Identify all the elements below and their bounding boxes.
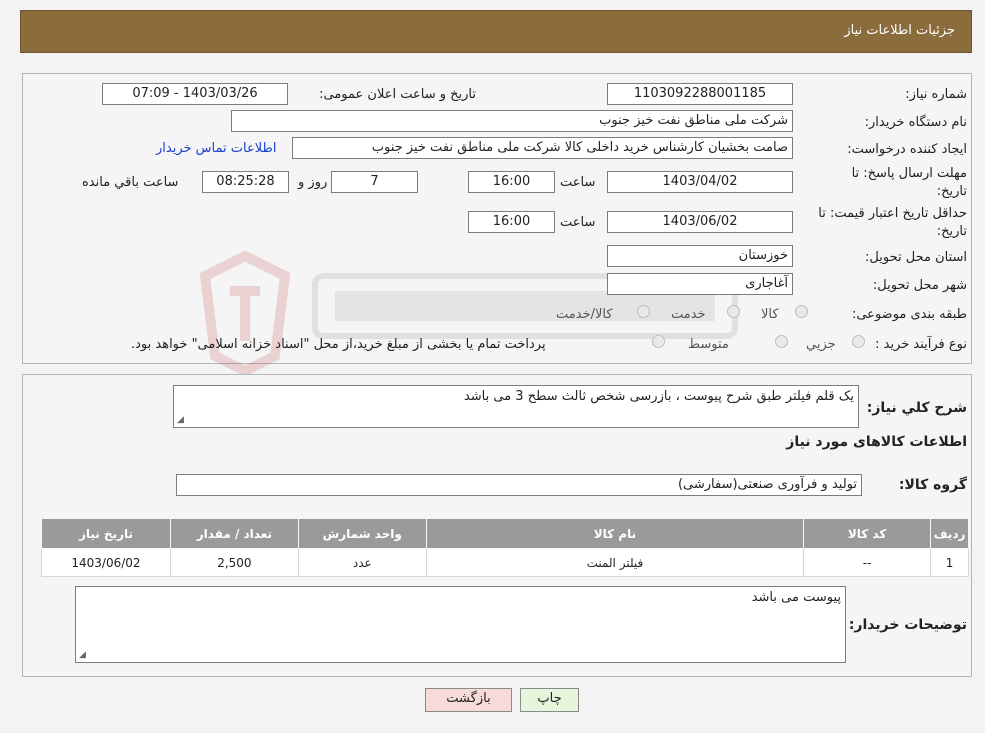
buyer-notes-label: توضیحات خریدار: <box>848 617 967 633</box>
reply-time-label: ساعت <box>560 175 596 190</box>
price-validity-label-2: تاریخ: <box>936 224 967 239</box>
need-number-label: شماره نیاز: <box>905 87 967 102</box>
price-validity-time-field[interactable]: 16:00 <box>468 211 555 233</box>
cell-row-no: 1 <box>930 548 969 577</box>
category-radio-goods[interactable] <box>795 305 808 318</box>
days-label: روز و <box>298 175 328 190</box>
cell-item-code: -- <box>803 548 932 577</box>
category-radio-goods-service[interactable] <box>637 305 650 318</box>
buyer-org-field[interactable]: شرکت ملی مناطق نفت خیز جنوب <box>231 110 793 132</box>
col-unit: واحد شمارش <box>297 518 427 549</box>
price-validity-date-field[interactable]: 1403/06/02 <box>607 211 793 233</box>
city-field[interactable]: آغاجاری <box>607 273 793 295</box>
need-number-field[interactable]: 1103092288001185 <box>607 83 793 105</box>
remaining-days-field[interactable]: 7 <box>331 171 418 193</box>
goods-group-field[interactable]: تولید و فرآوری صنعتی(سفارشی) <box>176 474 862 496</box>
window-title-bar: جزئیات اطلاعات نیاز <box>20 10 972 53</box>
reply-deadline-label: مهلت ارسال پاسخ: تا <box>851 166 967 181</box>
cell-need-date: 1403/06/02 <box>41 548 171 577</box>
items-heading: اطلاعات کالاهای مورد نیاز <box>786 434 967 450</box>
items-table-header: ردیف کد کالا نام کالا واحد شمارش تعداد /… <box>41 518 969 549</box>
items-table: ردیف کد کالا نام کالا واحد شمارش تعداد /… <box>41 518 969 577</box>
col-item-code: کد کالا <box>803 518 932 549</box>
col-item-name: نام کالا <box>425 518 805 549</box>
col-need-date: تاریخ نیاز <box>41 518 171 549</box>
buyer-notes-text: پیوست می باشد <box>751 590 841 605</box>
goods-group-label: گروه کالا: <box>898 477 967 493</box>
cell-quantity: 2,500 <box>169 548 299 577</box>
process-option-medium: متوسط <box>688 337 729 352</box>
reply-deadline-date-field[interactable]: 1403/04/02 <box>607 171 793 193</box>
cell-unit: عدد <box>297 548 427 577</box>
requester-field[interactable]: صامت بخشیان کارشناس خرید داخلی کالا شرکت… <box>292 137 793 159</box>
category-option-service: خدمت <box>671 307 706 322</box>
process-radio-medium[interactable] <box>775 335 788 348</box>
back-button[interactable]: بازگشت <box>425 688 512 712</box>
price-validity-label: حداقل تاریخ اعتبار قیمت: تا <box>818 206 967 221</box>
province-label: استان محل تحویل: <box>865 250 967 265</box>
price-validity-time-label: ساعت <box>560 215 596 230</box>
category-label: طبقه بندی موضوعی: <box>851 307 967 322</box>
print-button[interactable]: چاپ <box>520 688 579 712</box>
cell-item-name: فیلتر المنت <box>425 548 805 577</box>
buyer-notes-textarea[interactable]: پیوست می باشد ◢ <box>75 586 846 663</box>
window-title: جزئیات اطلاعات نیاز <box>844 23 955 38</box>
category-radio-service[interactable] <box>727 305 740 318</box>
process-option-minor: جزیي <box>806 337 836 352</box>
announce-datetime-field[interactable]: 1403/03/26 - 07:09 <box>102 83 288 105</box>
general-desc-textarea[interactable]: یک قلم فیلتر طبق شرح پیوست ، بازرسی شخص … <box>173 385 859 428</box>
process-radio-minor[interactable] <box>852 335 865 348</box>
process-radio-treasury[interactable] <box>652 335 665 348</box>
requester-label: ایجاد کننده درخواست: <box>847 142 967 157</box>
col-row-no: ردیف <box>930 518 969 549</box>
resize-grip-icon[interactable]: ◢ <box>79 650 86 660</box>
col-quantity: تعداد / مقدار <box>169 518 299 549</box>
remaining-time-field[interactable]: 08:25:28 <box>202 171 289 193</box>
category-option-goods: کالا <box>761 307 779 322</box>
process-type-label: نوع فرآیند خرید : <box>875 337 967 352</box>
general-desc-label: شرح کلي نياز: <box>866 400 967 416</box>
treasury-note: پرداخت تمام یا بخشی از مبلغ خرید،از محل … <box>131 337 546 352</box>
table-row[interactable]: 1 -- فیلتر المنت عدد 2,500 1403/06/02 <box>41 548 969 577</box>
resize-grip-icon[interactable]: ◢ <box>177 415 184 425</box>
general-desc-text: یک قلم فیلتر طبق شرح پیوست ، بازرسی شخص … <box>463 389 854 404</box>
reply-deadline-label-2: تاریخ: <box>936 184 967 199</box>
reply-deadline-time-field[interactable]: 16:00 <box>468 171 555 193</box>
city-label: شهر محل تحویل: <box>872 278 967 293</box>
announce-datetime-label: تاریخ و ساعت اعلان عمومی: <box>319 87 476 102</box>
province-field[interactable]: خوزستان <box>607 245 793 267</box>
buyer-contact-link[interactable]: اطلاعات تماس خریدار <box>156 141 276 156</box>
buyer-org-label: نام دستگاه خریدار: <box>864 115 967 130</box>
category-option-goods-service: کالا/خدمت <box>556 307 613 322</box>
remaining-label: ساعت باقي مانده <box>82 175 179 190</box>
